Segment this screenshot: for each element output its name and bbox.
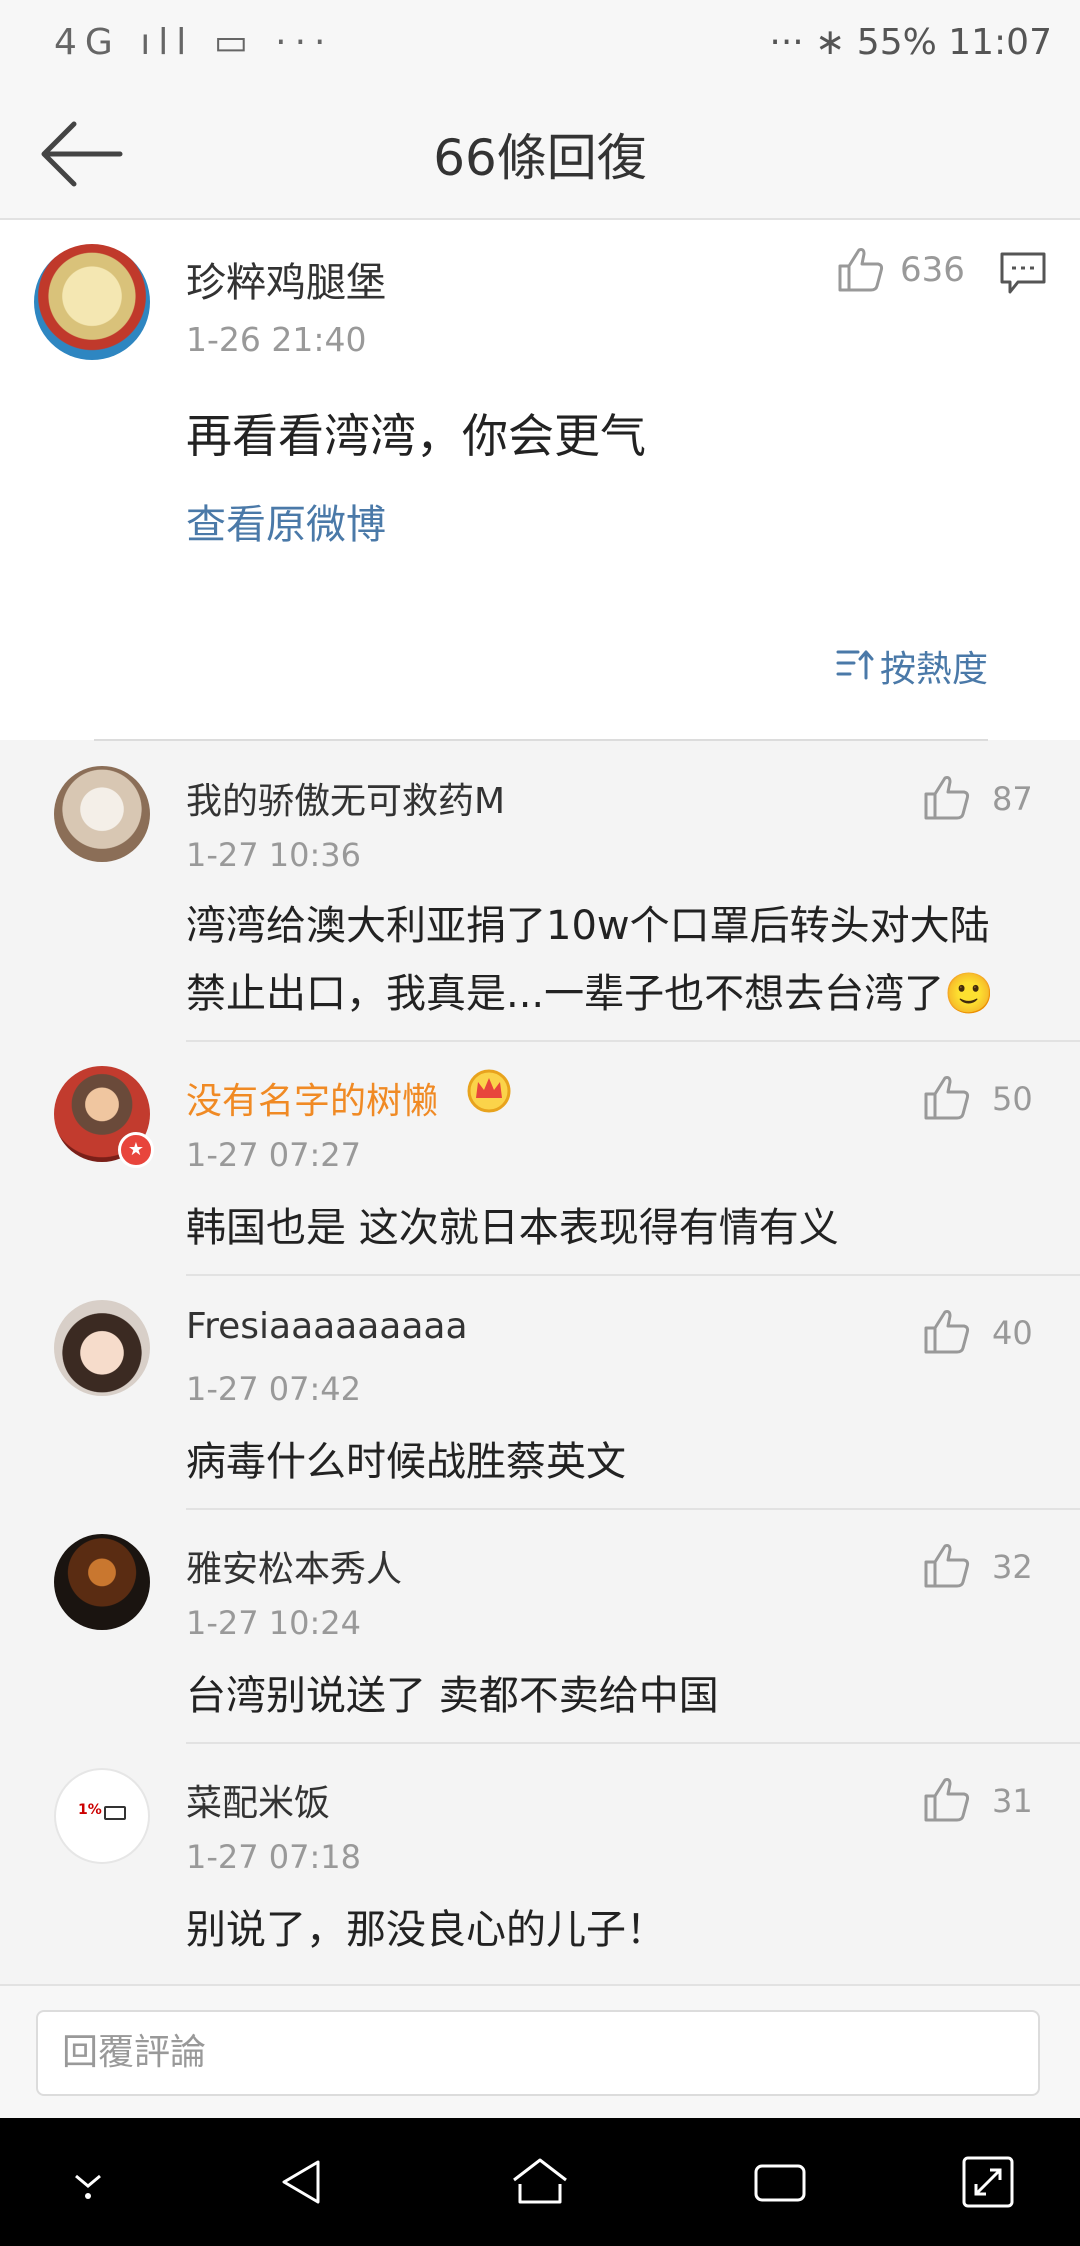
comment-time: 1-27 07:42 <box>186 1370 362 1408</box>
thumbs-up-icon[interactable] <box>922 772 972 822</box>
like-count: 31 <box>992 1782 1033 1820</box>
thumbs-up-icon[interactable] <box>922 1774 972 1824</box>
commenter-avatar[interactable] <box>54 766 150 862</box>
thumbs-up-icon[interactable] <box>922 1306 972 1356</box>
thumbs-up-icon[interactable] <box>922 1072 972 1122</box>
title-bar: 66條回復 <box>0 88 1080 220</box>
divider <box>94 739 988 741</box>
commenter-name[interactable]: 菜配米饭 <box>186 1774 330 1826</box>
verified-badge-icon: ★ <box>118 1132 154 1168</box>
status-left-icons: 4G ıll ▭ ··· <box>54 22 334 63</box>
author-name[interactable]: 珍粹鸡腿堡 <box>186 250 386 308</box>
commenter-name[interactable]: Fresiaaaaaaaaa <box>186 1306 468 1347</box>
like-count: 32 <box>992 1548 1033 1586</box>
battery-badge-text: 1% <box>78 1802 102 1818</box>
like-count: 636 <box>900 250 965 290</box>
thumbs-up-icon[interactable] <box>922 1540 972 1590</box>
author-avatar[interactable] <box>34 244 150 360</box>
back-nav-icon[interactable] <box>270 2150 334 2214</box>
commenter-avatar[interactable] <box>54 1300 150 1396</box>
comment-item: 我的骄傲无可救药M 1-27 10:36 87 湾湾给澳大利亚捐了10w个口罩后… <box>0 742 1080 1042</box>
page-title: 66條回復 <box>433 129 647 187</box>
commenter-avatar[interactable]: 1% <box>54 1768 150 1864</box>
comment-time: 1-27 10:36 <box>186 836 362 874</box>
battery-icon <box>104 1806 126 1820</box>
hide-keyboard-icon[interactable] <box>56 2150 120 2214</box>
status-bar: 4G ıll ▭ ··· ··· ∗ 55% 11:07 <box>0 0 1080 88</box>
comment-text: 台湾别说送了 卖都不卖给中国 <box>186 1673 719 1719</box>
commenter-name[interactable]: 没有名字的树懒 <box>186 1072 438 1124</box>
commenter-avatar[interactable] <box>54 1534 150 1630</box>
comment-icon[interactable] <box>998 250 1048 296</box>
back-arrow-icon[interactable] <box>40 118 124 190</box>
post-time: 1-26 21:40 <box>186 320 367 359</box>
expand-icon[interactable] <box>956 2150 1020 2214</box>
comment-text: 韩国也是 这次就日本表现得有情有义 <box>186 1205 839 1251</box>
comment-time: 1-27 07:18 <box>186 1838 362 1876</box>
reply-input[interactable]: 回覆評論 <box>36 2010 1040 2096</box>
commenter-name[interactable]: 我的骄傲无可救药M <box>186 772 505 824</box>
reply-bar: 回覆評論 <box>0 1984 1080 2120</box>
home-icon[interactable] <box>508 2150 572 2214</box>
main-post: 珍粹鸡腿堡 1-26 21:40 636 再看看湾湾，你会更气 查看原微博 按熱… <box>0 220 1080 740</box>
comment-time: 1-27 07:27 <box>186 1136 362 1174</box>
like-count: 87 <box>992 780 1033 818</box>
view-original-link[interactable]: 查看原微博 <box>186 492 386 550</box>
comment-text: 湾湾给澳大利亚捐了10w个口罩后转头对大陆 禁止出口，我真是...一辈子也不想去… <box>186 892 1036 1028</box>
comment-item: 1% 菜配米饭 1-27 07:18 31 别说了，那没良心的儿子！ <box>0 1744 1080 1976</box>
system-nav-bar <box>0 2118 1080 2246</box>
crown-icon <box>467 1069 511 1113</box>
sort-icon[interactable] <box>836 646 874 682</box>
comment-text-line: 禁止出口，我真是...一辈子也不想去台湾了🙂 <box>186 971 994 1017</box>
status-right-info: ··· ∗ 55% 11:07 <box>769 22 1052 63</box>
thumbs-up-icon[interactable] <box>836 244 886 294</box>
commenter-name[interactable]: 雅安松本秀人 <box>186 1540 402 1592</box>
comment-text: 别说了，那没良心的儿子！ <box>186 1907 666 1953</box>
post-text: 再看看湾湾，你会更气 <box>186 409 646 463</box>
comment-text-line: 湾湾给澳大利亚捐了10w个口罩后转头对大陆 <box>186 903 990 949</box>
comment-item: 雅安松本秀人 1-27 10:24 32 台湾别说送了 卖都不卖给中国 <box>0 1510 1080 1742</box>
recent-apps-icon[interactable] <box>748 2150 812 2214</box>
sort-by-hotness-button[interactable]: 按熱度 <box>880 640 988 692</box>
comment-text: 病毒什么时候战胜蔡英文 <box>186 1439 626 1485</box>
like-count: 50 <box>992 1080 1033 1118</box>
comment-time: 1-27 10:24 <box>186 1604 362 1642</box>
comment-item: ★ 没有名字的树懒 1-27 07:27 50 韩国也是 这次就日本表现得有情有… <box>0 1042 1080 1274</box>
like-count: 40 <box>992 1314 1033 1352</box>
comment-item: Fresiaaaaaaaaa 1-27 07:42 40 病毒什么时候战胜蔡英文 <box>0 1276 1080 1508</box>
